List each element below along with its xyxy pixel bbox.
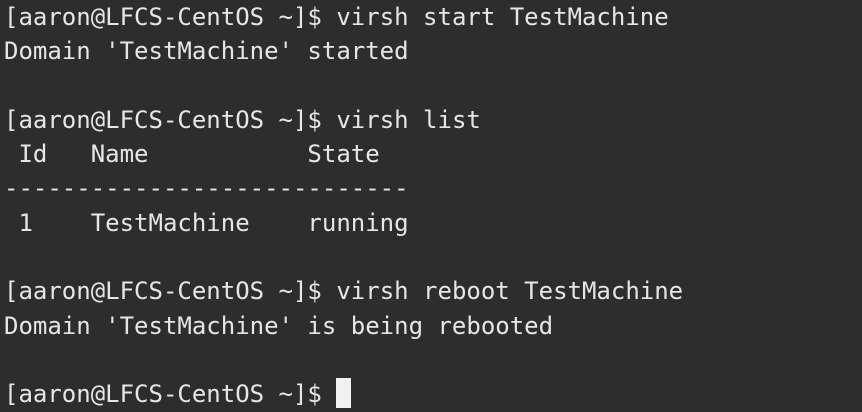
output-text: Domain 'TestMachine' started xyxy=(4,37,409,66)
terminal-line-9: [aaron@LFCS-CentOS ~]$ virsh reboot Test… xyxy=(4,274,862,308)
text-cursor xyxy=(336,378,352,409)
terminal-line-12[interactable]: [aaron@LFCS-CentOS ~]$ xyxy=(4,377,862,411)
terminal-line-6: ---------------------------- xyxy=(4,171,862,205)
terminal-line-8 xyxy=(4,240,862,274)
prompt: [aaron@LFCS-CentOS ~]$ xyxy=(4,3,322,31)
terminal-line-4: [aaron@LFCS-CentOS ~]$ virsh list xyxy=(4,103,862,137)
output-text: 1 TestMachine running xyxy=(4,208,409,237)
output-text: Id Name State xyxy=(4,140,380,169)
prompt: [aaron@LFCS-CentOS ~]$ xyxy=(4,277,322,306)
terminal-window[interactable]: [aaron@LFCS-CentOS ~]$ virsh start TestM… xyxy=(0,0,862,412)
command-text: virsh reboot TestMachine xyxy=(336,277,684,306)
terminal-line-3 xyxy=(4,69,862,103)
command-text: virsh list xyxy=(336,105,481,134)
command-text: virsh start TestMachine xyxy=(336,3,669,31)
output-text: ---------------------------- xyxy=(4,174,409,203)
terminal-line-10: Domain 'TestMachine' is being rebooted xyxy=(4,309,862,343)
terminal-line-5: Id Name State xyxy=(4,137,862,171)
prompt: [aaron@LFCS-CentOS ~]$ xyxy=(4,380,322,409)
output-text: Domain 'TestMachine' is being rebooted xyxy=(4,311,554,340)
terminal-line-11 xyxy=(4,343,862,377)
prompt: [aaron@LFCS-CentOS ~]$ xyxy=(4,105,322,134)
terminal-line-1: [aaron@LFCS-CentOS ~]$ virsh start TestM… xyxy=(4,0,862,34)
terminal-line-7: 1 TestMachine running xyxy=(4,206,862,240)
terminal-line-2: Domain 'TestMachine' started xyxy=(4,34,862,68)
